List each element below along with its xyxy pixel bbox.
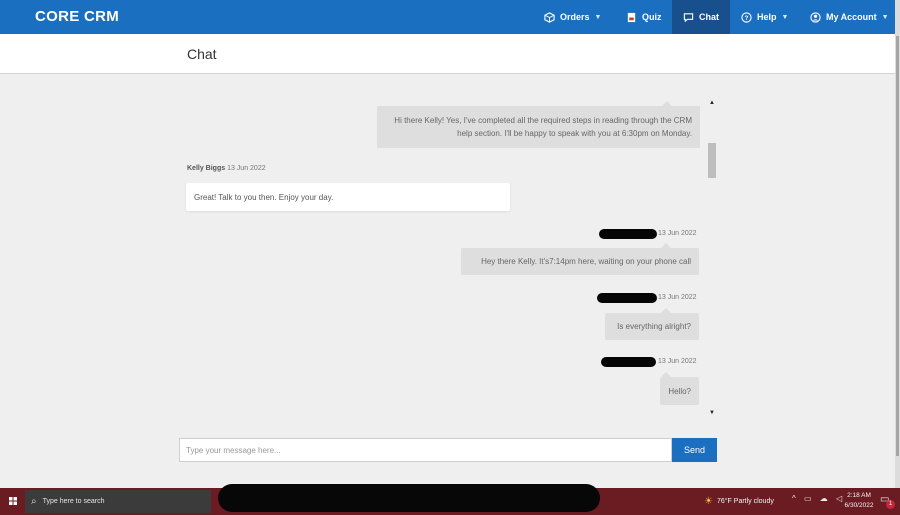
taskbar-search-placeholder: Type here to search bbox=[42, 498, 105, 505]
notification-icon[interactable]: ▭ 1 bbox=[880, 494, 895, 509]
redacted-taskbar-apps bbox=[218, 484, 600, 512]
redacted-sender bbox=[597, 293, 657, 303]
document-icon bbox=[627, 12, 636, 22]
send-button[interactable]: Send bbox=[672, 438, 717, 462]
message-text: Hello? bbox=[668, 386, 691, 396]
message-input[interactable] bbox=[179, 438, 672, 462]
message-bubble-outgoing: Is everything alright? bbox=[605, 308, 699, 340]
message-date: 13 Jun 2022 bbox=[658, 294, 697, 301]
chevron-down-icon: ▼ bbox=[594, 13, 602, 21]
brand-logo[interactable]: CORE CRM bbox=[35, 8, 119, 25]
nav-chat-label: Chat bbox=[699, 12, 719, 22]
message-bubble-incoming: Great! Talk to you then. Enjoy your day. bbox=[186, 183, 510, 211]
windows-start-icon[interactable] bbox=[4, 492, 22, 510]
message-text: Hi there Kelly! Yes, I've completed all … bbox=[394, 116, 692, 138]
redacted-sender bbox=[599, 229, 657, 239]
page-header: Chat bbox=[0, 34, 895, 74]
nav-quiz-label: Quiz bbox=[642, 12, 662, 22]
scroll-up-icon[interactable]: ▲ bbox=[709, 100, 715, 106]
window-scrollbar[interactable] bbox=[895, 0, 900, 488]
clock-time: 2:18 AM bbox=[847, 492, 871, 499]
message-meta: Kelly Biggs 13 Jun 2022 bbox=[187, 165, 266, 172]
message-date: 13 Jun 2022 bbox=[658, 358, 697, 365]
message-date: 13 Jun 2022 bbox=[658, 230, 697, 237]
system-tray-icons[interactable]: ^ ▭ ☁ ◁ bbox=[792, 494, 845, 503]
nav-orders-label: Orders bbox=[560, 12, 590, 22]
chat-scrollbar-thumb[interactable] bbox=[708, 143, 716, 178]
nav-account-label: My Account bbox=[826, 12, 877, 22]
taskbar-search[interactable]: ⌕ Type here to search bbox=[25, 490, 211, 513]
question-circle-icon: ? bbox=[741, 11, 752, 23]
message-date: 13 Jun 2022 bbox=[227, 165, 266, 172]
chevron-down-icon: ▼ bbox=[781, 13, 789, 21]
message-bubble-outgoing: Hey there Kelly. It's7:14pm here, waitin… bbox=[461, 243, 699, 275]
redacted-sender bbox=[601, 357, 656, 367]
nav-help-label: Help bbox=[757, 12, 777, 22]
message-text: Hey there Kelly. It's7:14pm here, waitin… bbox=[481, 257, 691, 266]
chat-bubble-icon bbox=[683, 12, 694, 22]
nav-my-account[interactable]: My Account ▼ bbox=[810, 0, 889, 34]
search-icon: ⌕ bbox=[31, 496, 37, 507]
nav-quiz[interactable]: Quiz bbox=[626, 0, 662, 34]
message-text: Great! Talk to you then. Enjoy your day. bbox=[194, 192, 334, 202]
nav-chat[interactable]: Chat bbox=[672, 0, 730, 34]
partly-cloudy-icon: ☀ bbox=[704, 495, 713, 507]
svg-text:?: ? bbox=[745, 14, 749, 21]
window-scrollbar-thumb[interactable] bbox=[896, 36, 899, 456]
nav-help[interactable]: ? Help ▼ bbox=[741, 0, 788, 34]
message-text: Is everything alright? bbox=[617, 322, 691, 331]
page-title: Chat bbox=[187, 46, 217, 62]
user-circle-icon bbox=[810, 11, 821, 23]
scroll-down-icon[interactable]: ▼ bbox=[709, 410, 715, 416]
message-bubble-outgoing: Hello? bbox=[660, 372, 699, 405]
top-navbar: CORE CRM Orders ▼ Quiz Chat ? Help ▼ My … bbox=[0, 0, 895, 34]
clock-date: 6/30/2022 bbox=[844, 502, 874, 509]
nav-orders[interactable]: Orders ▼ bbox=[544, 0, 601, 34]
notification-badge: 1 bbox=[886, 500, 895, 509]
chevron-down-icon: ▼ bbox=[881, 13, 889, 21]
weather-text: 76°F Partly cloudy bbox=[716, 497, 774, 505]
chat-scrollbar[interactable]: ▲ ▼ bbox=[707, 100, 717, 420]
taskbar-clock[interactable]: 2:18 AM 6/30/2022 bbox=[843, 491, 875, 511]
box-icon bbox=[544, 11, 555, 23]
message-bubble-outgoing: Hi there Kelly! Yes, I've completed all … bbox=[377, 101, 700, 148]
taskbar-weather[interactable]: ☀ 76°F Partly cloudy bbox=[704, 492, 774, 510]
message-sender: Kelly Biggs bbox=[187, 165, 226, 172]
